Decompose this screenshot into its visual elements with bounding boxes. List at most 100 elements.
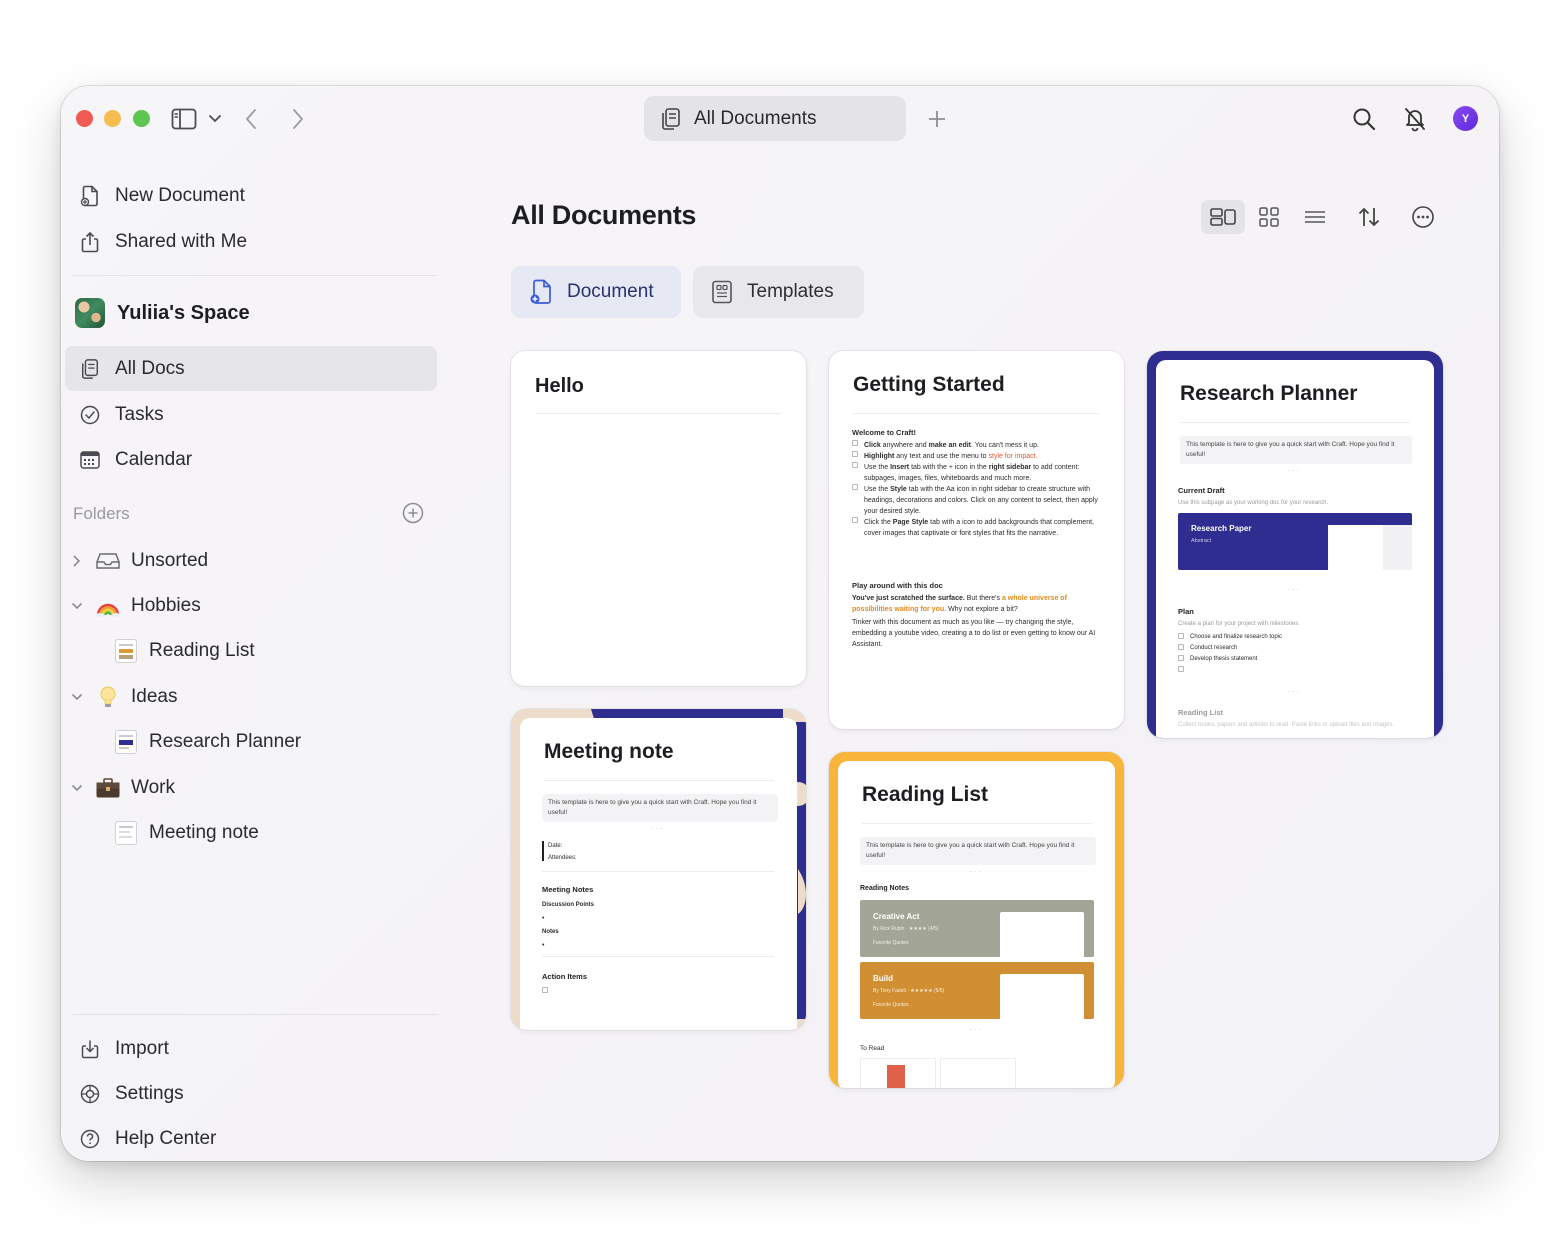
share-icon [79,231,101,253]
chevron-right-icon[interactable] [71,554,85,568]
user-avatar[interactable]: Y [1453,106,1478,131]
shared-with-me-button[interactable]: Shared with Me [65,219,437,264]
chevron-down-icon[interactable] [71,783,85,793]
preview-subheading: Notes [542,929,559,935]
book-title: Creative Act [873,912,920,921]
preview-heading: To Read [860,1045,885,1052]
inbox-icon [95,549,121,573]
preview-heading: Welcome to Craft! [852,428,917,437]
separator-dots: ··· [1287,585,1301,594]
book-preview [1000,912,1084,957]
book-byline: By Tony Fadell · ★★★★★ (5/5) [873,988,945,994]
new-tab-plus-icon[interactable] [924,106,950,132]
document-card-meeting-note[interactable]: Meeting note This template is here to gi… [511,709,806,1030]
page-title: All Documents [511,200,697,230]
bullet: • [542,942,545,949]
chevron-down-icon[interactable] [206,110,224,128]
add-folder-icon[interactable] [402,502,424,524]
preview-heading: Meeting Notes [542,885,594,894]
preview-heading: Reading List [1178,708,1224,717]
checkbox [542,985,554,996]
close-window-button[interactable] [76,110,93,127]
paper-preview-side [1383,525,1412,570]
sidebar-toggle-icon[interactable] [169,106,199,132]
back-arrow-icon[interactable] [239,106,263,132]
card-page: Meeting note This template is here to gi… [520,718,797,1030]
doc-meeting-note[interactable]: Meeting note [113,821,259,845]
sidebar-item-all-docs[interactable]: All Docs [65,346,437,391]
import-button[interactable]: Import [65,1026,437,1071]
preview-paragraph: You've just scratched the surface. But t… [852,595,1067,613]
minimize-window-button[interactable] [104,110,121,127]
more-options-icon[interactable] [1401,200,1445,234]
card-title: Hello [535,375,584,397]
all-docs-icon [79,358,101,380]
book-cover [887,1065,905,1088]
list-view-icon[interactable] [1293,200,1337,234]
chevron-down-icon[interactable] [71,601,85,611]
new-document-icon [79,185,101,207]
bullet: • [542,915,545,922]
search-icon[interactable] [1350,105,1378,133]
tasks-icon [79,404,101,426]
preview-heading: Play around with this doc [852,581,943,590]
folder-work[interactable]: Work [71,776,175,800]
space-name: Yuliia's Space [117,301,250,324]
tab-document[interactable]: Document [511,266,681,318]
forward-arrow-icon[interactable] [286,106,310,132]
rainbow-icon [95,594,121,618]
gallery-view-icon[interactable] [1201,200,1245,234]
zoom-window-button[interactable] [133,110,150,127]
tab-templates[interactable]: Templates [693,266,864,318]
notifications-off-icon[interactable] [1401,104,1429,134]
research-paper-card: Research Paper Abstract [1178,513,1412,570]
sidebar-item-calendar[interactable]: Calendar [65,437,437,482]
card-page: Reading List This template is here to gi… [838,761,1115,1088]
sidebar-item-tasks[interactable]: Tasks [65,392,437,437]
preview-checklist: Click anywhere and make an edit. You can… [852,440,1102,539]
templates-icon [711,280,733,304]
tab-label: Document [567,281,654,302]
doc-reading-list[interactable]: Reading List [113,639,255,663]
doc-label: Research Planner [149,731,302,752]
calendar-icon [79,449,101,471]
documents-icon [660,107,682,131]
doc-research-planner[interactable]: Research Planner [113,730,301,754]
card-divider [535,413,781,414]
folder-label: Unsorted [131,550,209,571]
preview-subtext: Use this subpage as your working doc for… [1178,500,1329,506]
space-switcher[interactable]: Yuliia's Space [75,298,250,328]
settings-button[interactable]: Settings [65,1071,437,1116]
book-title: Build [873,974,893,983]
folder-unsorted[interactable]: Unsorted [71,549,208,573]
grid-view-icon[interactable] [1247,200,1291,234]
folder-ideas[interactable]: Ideas [71,685,177,709]
doc-label: Meeting note [149,822,259,843]
help-center-button[interactable]: Help Center [65,1116,437,1161]
preview-subtext: Create a plan for your project with mile… [1178,621,1299,627]
new-document-button[interactable]: New Document [65,173,437,218]
sidebar-item-label: All Docs [115,357,185,379]
book-quotes: Favorite Quotes [873,1002,909,1008]
document-card-reading-list[interactable]: Reading List This template is here to gi… [829,752,1124,1088]
book-card-1: Creative Act By Rick Rubin · ★★★★ (4/5) … [860,900,1094,957]
intro-callout: This template is here to give you a quic… [542,794,778,822]
sort-icon[interactable] [1347,200,1391,234]
document-card-hello[interactable]: Hello [511,351,806,686]
new-document-icon [529,279,553,305]
preview-heading: Current Draft [1178,486,1225,495]
preview-subtext: Collect books, papers and articles to re… [1178,722,1395,728]
document-card-getting-started[interactable]: Getting Started Welcome to Craft! Click … [829,351,1124,729]
card-title: Meeting note [544,740,674,763]
document-card-research-planner[interactable]: Research Planner This template is here t… [1147,351,1443,738]
space-logo [75,298,105,328]
current-tab[interactable]: All Documents [644,96,906,141]
paper-preview [1328,525,1383,570]
sidebar-divider [73,275,437,276]
book-card-2: Build By Tony Fadell · ★★★★★ (5/5) Favor… [860,962,1094,1019]
folder-hobbies[interactable]: Hobbies [71,594,201,618]
chevron-down-icon[interactable] [71,692,85,702]
book-quotes: Favorite Quotes [873,940,909,946]
to-read-item [860,1058,936,1088]
card-title: Reading List [862,783,989,806]
